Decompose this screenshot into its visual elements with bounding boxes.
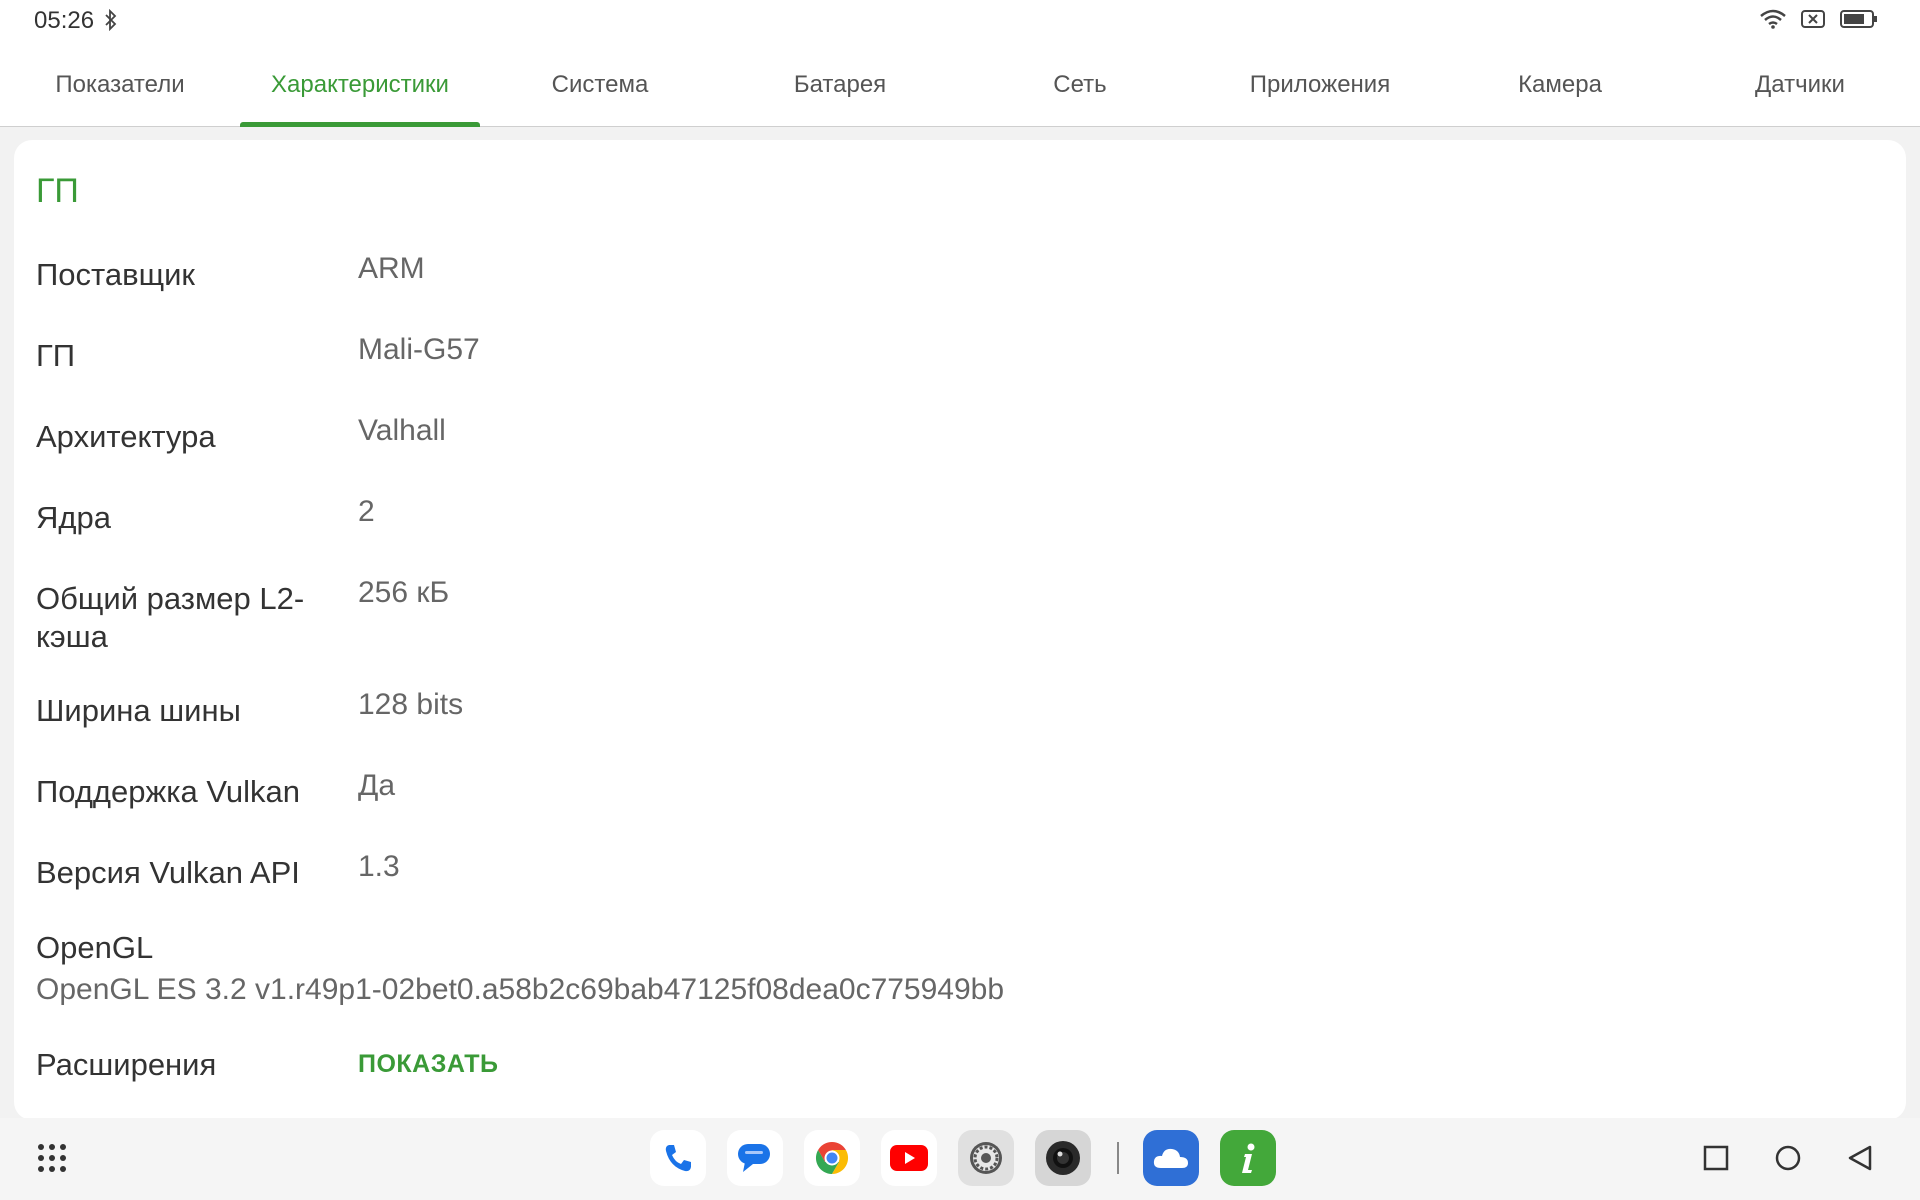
spec-value: Mali-G57 (358, 333, 480, 366)
tab-camera[interactable]: Камера (1440, 42, 1680, 127)
tab-label: Приложения (1249, 70, 1391, 98)
spec-value: 128 bits (358, 688, 464, 721)
cloud-icon[interactable] (1143, 1130, 1199, 1186)
messages-icon[interactable] (727, 1130, 783, 1186)
spec-value: 256 кБ (358, 576, 450, 609)
dock-divider (1117, 1142, 1119, 1174)
tab-apps[interactable]: Приложения (1200, 42, 1440, 127)
tab-label: Камера (1518, 70, 1602, 98)
spec-value: 2 (358, 495, 375, 528)
tab-system[interactable]: Система (480, 42, 720, 127)
bluetooth-icon (104, 8, 118, 36)
section-title: ГП (36, 172, 79, 210)
spec-label: Ядра (36, 500, 111, 535)
spec-value: Valhall (358, 414, 446, 447)
tab-specifications[interactable]: Характеристики (240, 42, 480, 127)
tab-label: Показатели (55, 70, 185, 98)
spec-label: Расширения (36, 1047, 217, 1082)
spec-label: Архитектура (36, 419, 216, 454)
tab-label: Характеристики (271, 70, 449, 98)
wifi-icon (1760, 9, 1786, 34)
active-tab-indicator (240, 122, 480, 127)
spec-label: Общий размер L2-кэша (36, 581, 305, 654)
spec-value: Да (358, 769, 396, 802)
spec-label: Версия Vulkan API (36, 855, 300, 890)
back-icon[interactable] (1844, 1142, 1876, 1174)
navigation-bar (0, 1118, 1920, 1200)
spec-label: Ширина шины (36, 693, 241, 728)
spec-value: ARM (358, 252, 425, 285)
settings-icon[interactable] (958, 1130, 1014, 1186)
app-dock (650, 1130, 1297, 1186)
spec-label: Поставщик (36, 257, 195, 292)
phone-icon[interactable] (650, 1130, 706, 1186)
device-info-icon[interactable] (1220, 1130, 1276, 1186)
camera-icon[interactable] (1035, 1130, 1091, 1186)
app-drawer-icon[interactable] (36, 1142, 68, 1179)
opengl-label: OpenGL (36, 930, 154, 965)
tab-label: Датчики (1755, 70, 1845, 98)
tab-label: Система (551, 70, 649, 98)
battery-icon (1840, 9, 1878, 34)
tab-indicators[interactable]: Показатели (0, 42, 240, 127)
opengl-value: OpenGL ES 3.2 v1.r49p1-02bet0.a58b2c69ba… (36, 973, 1005, 1006)
no-sim-icon (1800, 9, 1826, 34)
tab-network[interactable]: Сеть (960, 42, 1200, 127)
system-nav-keys (1700, 1142, 1876, 1174)
status-time: 05:26 (34, 7, 95, 34)
status-bar: 05:26 (0, 0, 1920, 42)
tab-bar: Показатели Характеристики Система Батаре… (0, 42, 1920, 127)
spec-label: ГП (36, 338, 76, 373)
home-icon[interactable] (1772, 1142, 1804, 1174)
tab-label: Батарея (793, 70, 887, 98)
tab-sensors[interactable]: Датчики (1680, 42, 1920, 127)
youtube-icon[interactable] (881, 1130, 937, 1186)
show-extensions-button[interactable]: ПОКАЗАТЬ (358, 1050, 498, 1079)
spec-value: 1.3 (358, 850, 400, 883)
tab-battery[interactable]: Батарея (720, 42, 960, 127)
spec-label: Поддержка Vulkan (36, 774, 300, 809)
gpu-card: ГП Поставщик ARM ГП Mali-G57 Архитектура… (14, 140, 1906, 1120)
chrome-icon[interactable] (804, 1130, 860, 1186)
tab-label: Сеть (1053, 70, 1107, 98)
recents-icon[interactable] (1700, 1142, 1732, 1174)
